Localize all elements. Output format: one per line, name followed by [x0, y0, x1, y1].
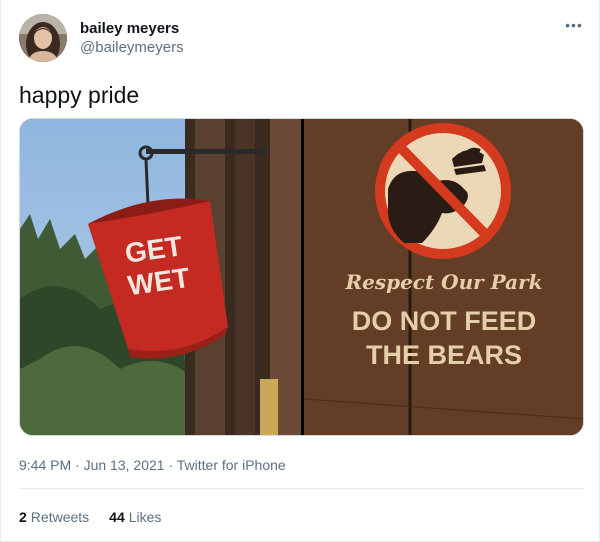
tweet-source[interactable]: Twitter for iPhone — [177, 457, 286, 473]
photo-bucket[interactable]: GET WET — [20, 119, 301, 435]
retweets-count: 2 — [19, 509, 27, 525]
author-handle[interactable]: @baileymeyers — [80, 39, 184, 56]
meta-separator: · — [71, 457, 84, 473]
tweet-meta: 9:44 PM · Jun 13, 2021 · Twitter for iPh… — [19, 457, 286, 473]
sign-text-line1: Respect Our Park — [344, 270, 542, 294]
tweet-text: happy pride — [19, 82, 140, 108]
divider — [19, 488, 584, 489]
more-options-button[interactable]: ••• — [563, 14, 585, 36]
tweet-card: bailey meyers @baileymeyers ••• happy pr… — [0, 0, 600, 542]
tweet-stats: 2 Retweets 44 Likes — [19, 509, 161, 525]
more-horizontal-icon: ••• — [565, 17, 583, 33]
media-grid: GET WET Respect Our Park DO NOT FEED THE… — [19, 118, 584, 436]
meta-separator: · — [164, 457, 177, 473]
author-name[interactable]: bailey meyers — [80, 20, 179, 37]
avatar[interactable] — [19, 14, 67, 62]
sign-text-line2: DO NOT FEED — [352, 306, 537, 336]
avatar-photo — [19, 14, 67, 62]
retweets-stat[interactable]: 2 Retweets — [19, 509, 89, 525]
sign-text-line3: THE BEARS — [366, 340, 522, 370]
tweet-date[interactable]: Jun 13, 2021 — [84, 457, 165, 473]
retweets-label: Retweets — [30, 509, 90, 525]
photo-bear-sign[interactable]: Respect Our Park DO NOT FEED THE BEARS — [304, 119, 583, 435]
likes-stat[interactable]: 44 Likes — [109, 509, 161, 525]
likes-label: Likes — [128, 509, 162, 525]
likes-count: 44 — [109, 509, 125, 525]
tweet-time[interactable]: 9:44 PM — [19, 457, 71, 473]
